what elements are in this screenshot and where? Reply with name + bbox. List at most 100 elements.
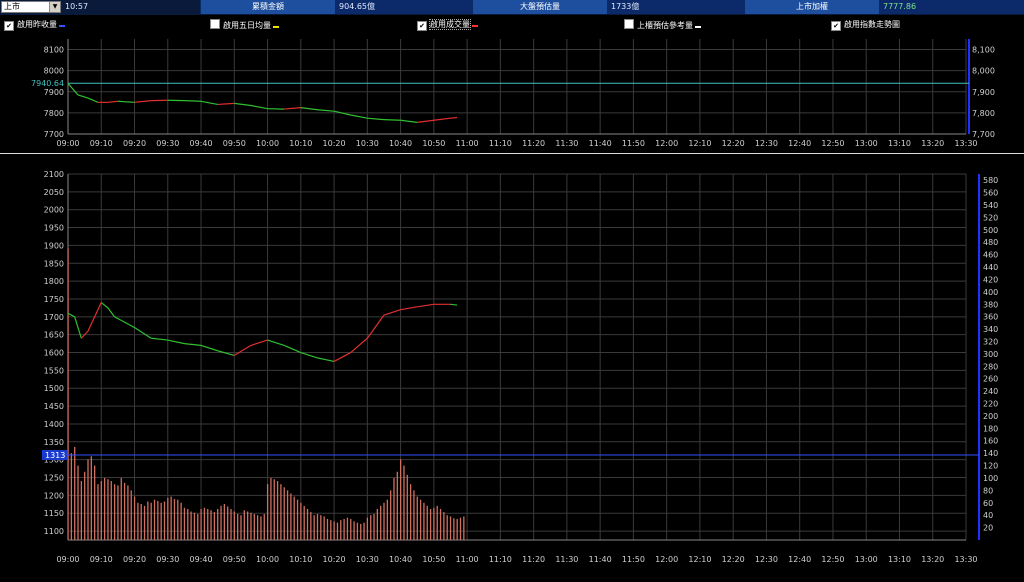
option-volume[interactable]: ✔ 啟用成交量 — [417, 19, 478, 31]
volume-line-segment — [107, 307, 116, 318]
volume-bar — [403, 465, 405, 540]
checkbox[interactable] — [624, 19, 634, 29]
volume-bar — [74, 446, 76, 540]
index-line-segment — [383, 119, 401, 121]
y-tick-label-right: 540 — [983, 201, 998, 210]
x-tick-label: 09:30 — [156, 555, 179, 564]
volume-bar — [147, 501, 149, 540]
reference-label: 7940.64 — [31, 79, 64, 88]
x-tick-label: 11:40 — [589, 555, 612, 564]
index-line-segment — [400, 119, 418, 123]
volume-bar — [449, 516, 452, 540]
y-tick-label-left: 1550 — [44, 366, 64, 375]
volume-bar — [177, 499, 179, 540]
index-line-segment — [77, 94, 89, 99]
volume-line-segment — [250, 339, 268, 346]
volume-bar — [433, 507, 435, 540]
volume-bar — [456, 518, 458, 540]
market-select[interactable]: 上市 ▼ — [1, 1, 61, 13]
y-tick-label-right: 400 — [983, 288, 998, 297]
index-line-segment — [284, 107, 301, 110]
volume-bar — [160, 502, 162, 540]
option-prev-volume[interactable]: ✔ 啟用昨收量 — [4, 19, 65, 31]
volume-line-segment — [134, 327, 152, 339]
chevron-down-icon[interactable]: ▼ — [49, 2, 60, 12]
volume-bar — [213, 512, 216, 540]
x-tick-label: 09:20 — [123, 555, 146, 564]
volume-bar — [406, 474, 408, 540]
y-tick-label-right: 80 — [983, 486, 993, 495]
y-tick-label-right: 360 — [983, 313, 998, 322]
volume-bar — [273, 479, 275, 540]
option-index-trend[interactable]: ✔ 啟用指數走勢圖 — [831, 19, 900, 31]
volume-bar — [227, 506, 229, 540]
volume-line-segment — [151, 337, 168, 341]
volume-bar — [180, 502, 182, 540]
x-tick-label: 12:20 — [722, 555, 745, 564]
volume-line-segment — [400, 306, 418, 311]
x-tick-label: 11:20 — [522, 555, 545, 564]
volume-bar — [240, 515, 242, 540]
volume-bar — [276, 481, 279, 540]
volume-bar — [197, 513, 199, 540]
volume-bar — [323, 516, 325, 540]
y-tick-label-left: 1350 — [44, 438, 64, 447]
y-tick-label-right: 180 — [983, 424, 998, 433]
volume-bar — [100, 481, 102, 540]
option-five-day-avg[interactable]: 啟用五日均量 — [210, 19, 279, 31]
volume-bar — [153, 499, 156, 540]
y-tick-label-right: 240 — [983, 387, 998, 396]
y-tick-label-left: 8100 — [44, 46, 64, 55]
x-tick-label: 10:40 — [389, 555, 412, 564]
index-line-segment — [300, 107, 318, 111]
index-line-segment — [317, 109, 335, 112]
volume-bar — [330, 520, 332, 540]
x-tick-label: 09:50 — [223, 139, 246, 148]
x-tick-label: 09:40 — [190, 139, 213, 148]
y-tick-label-left: 1950 — [44, 224, 64, 233]
x-tick-label: 13:10 — [888, 139, 911, 148]
option-otc-ref[interactable]: 上櫃預估參考量 — [624, 19, 701, 31]
index-line-segment — [234, 102, 252, 107]
x-tick-label: 13:20 — [921, 139, 944, 148]
y-tick-label-left: 2000 — [44, 206, 64, 215]
index-line-segment — [200, 100, 218, 106]
volume-bar — [123, 482, 126, 540]
volume-bar — [150, 502, 152, 540]
y-tick-label-right: 8,000 — [972, 67, 995, 76]
volume-bar — [286, 490, 289, 540]
volume-line-segment — [200, 344, 218, 352]
volume-bar — [423, 502, 425, 540]
y-tick-label-left: 1850 — [44, 259, 64, 268]
x-tick-label: 11:00 — [456, 555, 479, 564]
volume-bar — [343, 518, 345, 540]
x-tick-label: 10:40 — [389, 139, 412, 148]
checkbox[interactable]: ✔ — [4, 21, 14, 31]
index-line-segment — [450, 116, 458, 119]
volume-line-segment — [383, 309, 401, 316]
checkbox[interactable]: ✔ — [831, 21, 841, 31]
y-tick-label-left: 7700 — [44, 130, 64, 139]
x-tick-label: 12:50 — [821, 555, 844, 564]
volume-bar — [107, 479, 109, 540]
x-tick-label: 13:20 — [921, 555, 944, 564]
volume-bar — [203, 507, 206, 540]
index-line-segment — [134, 100, 152, 103]
x-tick-label: 13:00 — [855, 555, 878, 564]
y-tick-label-right: 8,100 — [972, 46, 995, 55]
volume-bar — [270, 477, 272, 540]
y-tick-label-right: 560 — [983, 189, 998, 198]
index-line-segment — [184, 100, 202, 102]
y-tick-label-right: 260 — [983, 375, 998, 384]
checkbox[interactable] — [210, 19, 220, 29]
volume-line-segment — [300, 351, 318, 359]
volume-bar — [303, 505, 305, 540]
x-tick-label: 10:20 — [323, 555, 346, 564]
volume-bar — [383, 502, 385, 540]
y-tick-label-right: 7,900 — [972, 88, 995, 97]
checkbox[interactable]: ✔ — [417, 21, 427, 31]
volume-bar — [306, 508, 309, 540]
volume-line-segment — [184, 343, 202, 346]
x-tick-label: 12:30 — [755, 139, 778, 148]
y-tick-label-left: 1900 — [44, 241, 64, 250]
